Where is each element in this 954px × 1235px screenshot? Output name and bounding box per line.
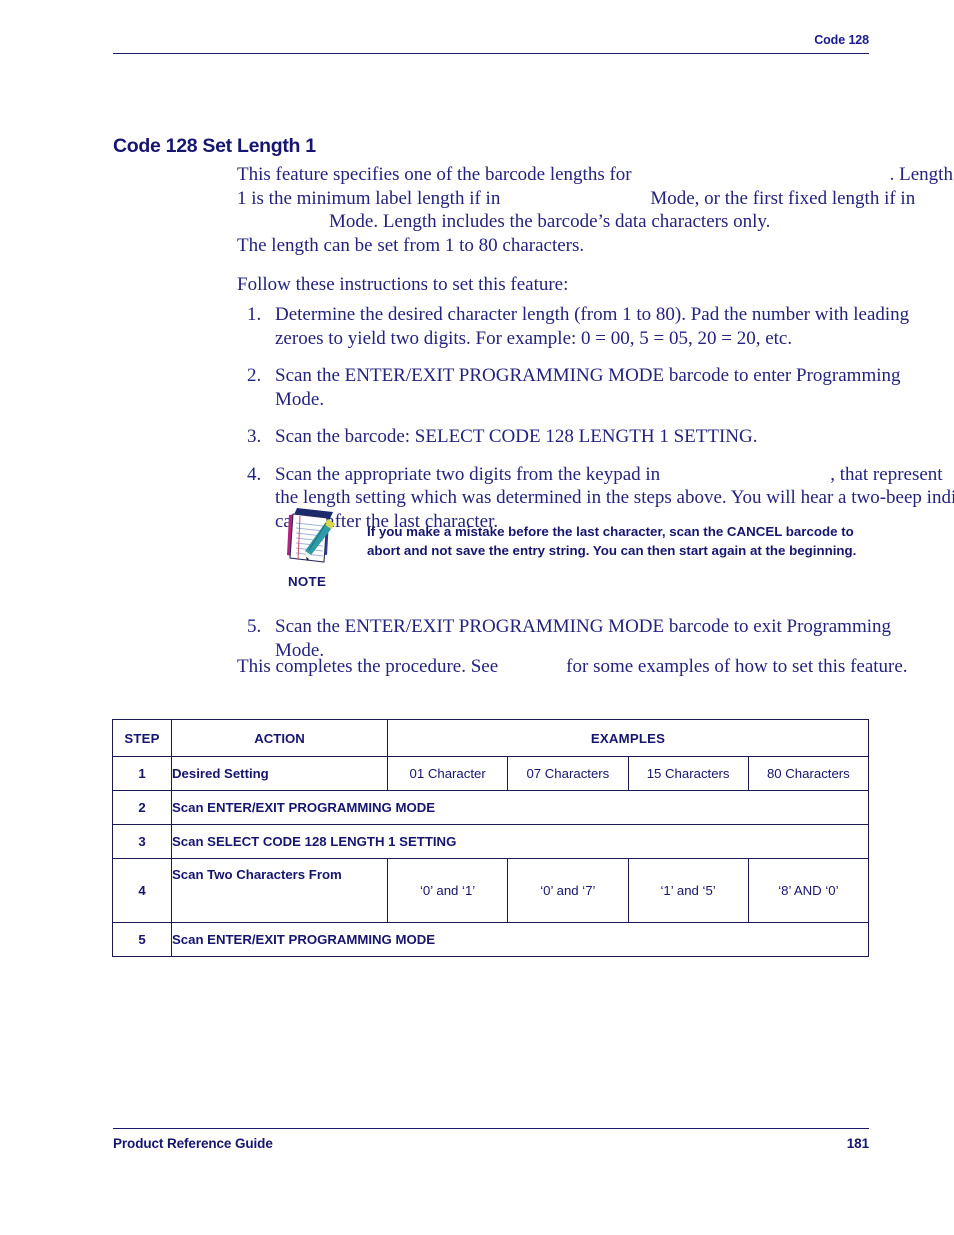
step-line: Scan the barcode: SELECT CODE 128 LENGTH… bbox=[275, 426, 758, 447]
note-row: If you make a mistake before the last ch… bbox=[283, 505, 873, 569]
footer-divider bbox=[113, 1128, 869, 1129]
note-text: If you make a mistake before the last ch… bbox=[367, 505, 856, 560]
cell-example: ‘1’ and ‘5’ bbox=[627, 858, 749, 923]
cell-example: 07 Characters bbox=[507, 756, 629, 791]
column-header-step: STEP bbox=[112, 719, 172, 757]
closing-part-b: for some examples of how to set this fea… bbox=[566, 656, 908, 677]
cell-step: 1 bbox=[112, 756, 172, 791]
cell-example: ‘0’ and ‘7’ bbox=[507, 858, 629, 923]
page-footer: Product Reference Guide 181 bbox=[113, 1128, 869, 1151]
list-item: 1. Determine the desired character lengt… bbox=[237, 303, 909, 350]
table-row: 3 Scan SELECT CODE 128 LENGTH 1 SETTING bbox=[112, 824, 869, 859]
cell-step: 5 bbox=[112, 922, 172, 957]
steps-summary-table: STEP ACTION EXAMPLES 1 Desired Setting 0… bbox=[112, 719, 870, 957]
step-number: 2. bbox=[247, 365, 262, 386]
footer-row: Product Reference Guide 181 bbox=[113, 1136, 869, 1151]
intro-line-1-b: . Length bbox=[889, 164, 953, 185]
step-line: Scan the ENTER/EXIT PROGRAMMING MODE bar… bbox=[275, 616, 892, 637]
step-text: Scan the ENTER/EXIT PROGRAMMING MODE bar… bbox=[275, 364, 901, 411]
cell-example: ‘0’ and ‘1’ bbox=[386, 858, 509, 923]
list-item: 2. Scan the ENTER/EXIT PROGRAMMING MODE … bbox=[237, 364, 901, 411]
step-line: Scan the ENTER/EXIT PROGRAMMING MODE bar… bbox=[275, 365, 901, 386]
step-line: zeroes to yield two digits. For example:… bbox=[275, 327, 793, 349]
cell-step: 2 bbox=[112, 790, 172, 825]
list-item: 3. Scan the barcode: SELECT CODE 128 LEN… bbox=[237, 425, 869, 449]
note-callout: If you make a mistake before the last ch… bbox=[283, 505, 873, 589]
column-header-examples: EXAMPLES bbox=[387, 719, 869, 757]
column-header-action: ACTION bbox=[171, 719, 388, 757]
cell-action: Scan ENTER/EXIT PROGRAMMING MODE bbox=[171, 922, 869, 957]
step-line-b: , that represent bbox=[830, 463, 943, 485]
table-header-row: STEP ACTION EXAMPLES bbox=[112, 719, 869, 757]
follow-instructions-line: Follow these instructions to set this fe… bbox=[237, 274, 569, 295]
intro-line-1-a: This feature specifies one of the barcod… bbox=[237, 164, 632, 185]
step-line: Determine the desired character length (… bbox=[275, 304, 910, 325]
note-line: abort and not save the entry string. You… bbox=[367, 543, 857, 558]
step-line: Scan the appropriate two digits from the… bbox=[275, 463, 954, 487]
intro-line-3-a: Mode. Length includes the barcode’s data… bbox=[329, 211, 771, 232]
table-row: 4 Scan Two Characters From ‘0’ and ‘1’ ‘… bbox=[112, 858, 870, 923]
step-line: Mode. bbox=[275, 388, 325, 410]
header-divider bbox=[113, 52, 869, 54]
table-row: 1 Desired Setting 01 Character 07 Charac… bbox=[112, 756, 870, 791]
intro-line-2-b: Mode, or the first fixed length if in bbox=[650, 187, 916, 209]
step-text: Scan the barcode: SELECT CODE 128 LENGTH… bbox=[275, 425, 869, 449]
step-number: 3. bbox=[247, 426, 262, 447]
running-head: Code 128 bbox=[814, 33, 869, 47]
cell-action: Scan Two Characters From bbox=[171, 858, 388, 923]
page-number: 181 bbox=[846, 1136, 869, 1151]
cell-step: 3 bbox=[112, 824, 172, 859]
intro-line-1: This feature specifies one of the barcod… bbox=[237, 163, 953, 187]
intro-line-4: The length can be set from 1 to 80 chara… bbox=[237, 234, 585, 256]
closing-part-a: This completes the procedure. See bbox=[237, 656, 499, 677]
cell-example: 80 Characters bbox=[747, 756, 870, 791]
cell-example: 15 Characters bbox=[627, 756, 749, 791]
step-number: 1. bbox=[247, 304, 262, 325]
table-row: 2 Scan ENTER/EXIT PROGRAMMING MODE bbox=[112, 790, 869, 825]
page-header: Code 128 bbox=[113, 33, 869, 54]
step-line-a: Scan the appropriate two digits from the… bbox=[275, 463, 661, 485]
page-title: Code 128 Set Length 1 bbox=[113, 135, 316, 157]
closing-line: This completes the procedure. See for som… bbox=[237, 655, 908, 679]
cell-example: 01 Character bbox=[386, 756, 509, 791]
cell-example: ‘8’ AND ‘0’ bbox=[747, 858, 870, 923]
step-number: 4. bbox=[247, 463, 262, 485]
document-page: Code 128 Code 128 Set Length 1 This feat… bbox=[0, 0, 954, 1235]
table-row: 5 Scan ENTER/EXIT PROGRAMMING MODE bbox=[112, 922, 869, 957]
intro-line-3: Mode. Length includes the barcode’s data… bbox=[237, 210, 869, 234]
cell-action: Scan ENTER/EXIT PROGRAMMING MODE bbox=[171, 790, 869, 825]
footer-guide-title: Product Reference Guide bbox=[113, 1136, 273, 1151]
cell-action: Desired Setting bbox=[171, 756, 388, 791]
cell-action: Scan SELECT CODE 128 LENGTH 1 SETTING bbox=[171, 824, 869, 859]
note-line: If you make a mistake before the last ch… bbox=[367, 524, 854, 539]
table: STEP ACTION EXAMPLES 1 Desired Setting 0… bbox=[112, 719, 870, 957]
notepad-pencil-icon bbox=[283, 505, 343, 569]
intro-line-2: 1 is the minimum label length if in Mode,… bbox=[237, 187, 915, 211]
note-label: NOTE bbox=[288, 574, 327, 589]
intro-paragraph: This feature specifies one of the barcod… bbox=[237, 163, 953, 257]
intro-line-2-a: 1 is the minimum label length if in bbox=[237, 187, 501, 209]
cell-step: 4 bbox=[112, 858, 172, 923]
step-text: Determine the desired character length (… bbox=[275, 303, 909, 350]
